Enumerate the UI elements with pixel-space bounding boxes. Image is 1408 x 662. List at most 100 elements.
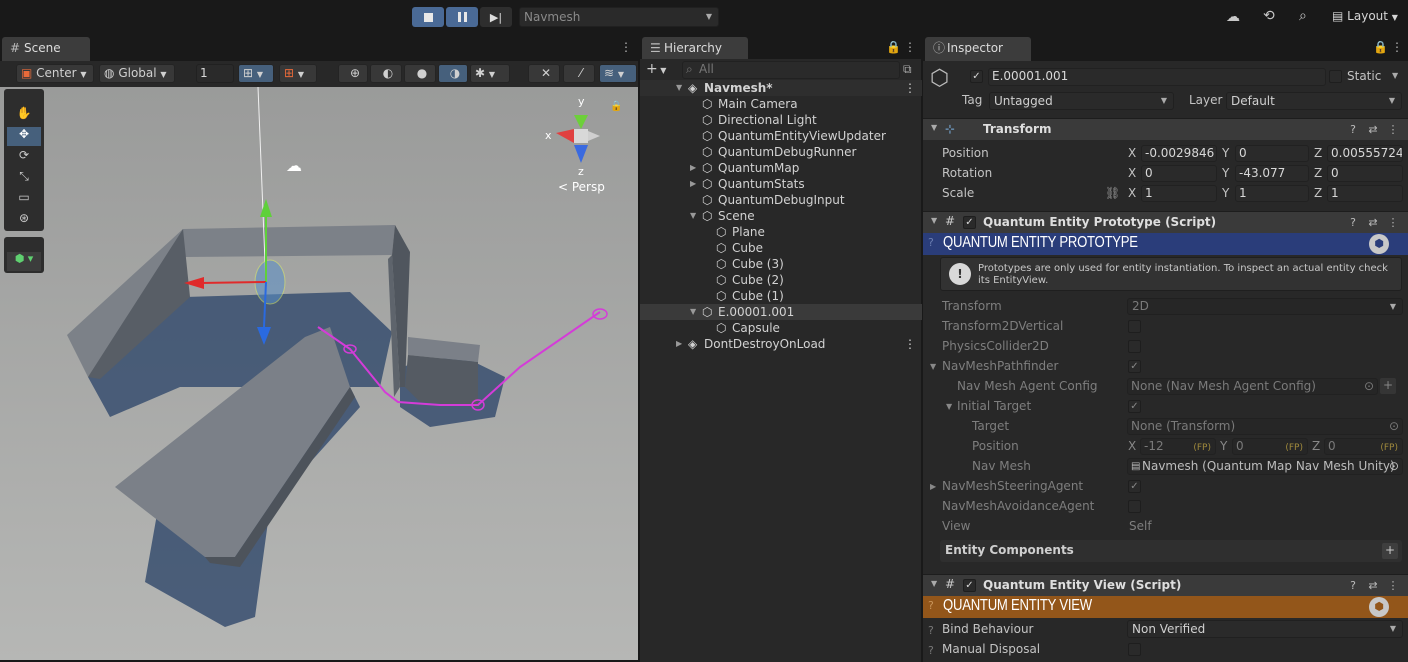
scene-select[interactable]: Navmesh ▼ xyxy=(519,7,719,27)
scale-z-field[interactable]: 1 xyxy=(1327,185,1403,202)
preset-icon[interactable]: ⇄ xyxy=(1366,579,1380,593)
row-menu-icon[interactable]: ⋮ xyxy=(904,336,916,352)
object-picker-icon[interactable]: ⊙ xyxy=(1364,379,1374,394)
inspector-lock-icon[interactable]: 🔒 xyxy=(1373,40,1388,54)
collider-checkbox[interactable]: ✓ xyxy=(1128,340,1141,353)
active-checkbox[interactable]: ✓ xyxy=(970,70,983,83)
hierarchy-search-input[interactable]: ⌕ All xyxy=(682,61,900,79)
rotate-tool-icon[interactable]: ⟳ xyxy=(7,148,41,167)
target-field[interactable]: None (Transform) ⊙ xyxy=(1127,418,1403,435)
transform-header[interactable]: ▼ ⊹ Transform ? ⇄ ⋮ xyxy=(923,118,1408,140)
persp-label[interactable]: < Persp xyxy=(558,180,605,194)
prototype-enabled-checkbox[interactable]: ✓ xyxy=(963,216,976,229)
proto-transform-dropdown[interactable]: 2D ▼ xyxy=(1127,298,1403,315)
object-picker-icon[interactable]: ⊙ xyxy=(1389,459,1399,474)
add-component-button[interactable]: + xyxy=(1382,543,1398,559)
rotation-z-field[interactable]: 0 xyxy=(1327,165,1403,182)
search-icon[interactable]: ⌕ xyxy=(1299,8,1307,24)
position-y-field[interactable]: 0 xyxy=(1235,145,1309,162)
list-item[interactable]: ▶ ⬡ QuantumMap xyxy=(640,160,922,176)
hand-tool-icon[interactable]: ✋ xyxy=(7,106,41,125)
draw-mode-shaded-wire-button[interactable]: ◐ xyxy=(370,64,402,83)
tag-dropdown[interactable]: Untagged ▼ xyxy=(989,92,1174,110)
inspector-menu-icon[interactable]: ⋮ xyxy=(1391,40,1403,54)
space-dropdown[interactable]: ◍ Global ▼ xyxy=(99,64,175,83)
help-icon[interactable]: ? xyxy=(1346,123,1360,137)
grid-snap-button[interactable]: ⊞ ▼ xyxy=(238,64,274,83)
hierarchy-lock-icon[interactable]: 🔒 xyxy=(886,40,901,54)
rect-tool-icon[interactable]: ▭ xyxy=(7,190,41,209)
object-name-field[interactable]: E.00001.001 xyxy=(988,68,1326,86)
scale-y-field[interactable]: 1 xyxy=(1235,185,1309,202)
draw-mode-unlit-button[interactable]: ◑ xyxy=(438,64,468,83)
list-item[interactable]: ⬡ Capsule xyxy=(640,320,922,336)
list-item[interactable]: ⬡ Cube (2) xyxy=(640,272,922,288)
list-item[interactable]: ⬡ Cube xyxy=(640,240,922,256)
list-item[interactable]: ⬡ Cube (3) xyxy=(640,256,922,272)
list-item[interactable]: ▼ ⬡ Scene xyxy=(640,208,922,224)
steering-checkbox[interactable]: ✓ xyxy=(1128,480,1141,493)
pause-button[interactable] xyxy=(446,7,478,27)
list-item[interactable]: ▶ ◈ DontDestroyOnLoad ⋮ xyxy=(640,336,922,352)
help-icon[interactable]: ? xyxy=(1346,579,1360,593)
object-picker-icon[interactable]: ⊙ xyxy=(1389,419,1399,434)
prototype-header[interactable]: ▼ # ✓ Quantum Entity Prototype (Script) … xyxy=(923,211,1408,233)
pathfinder-checkbox[interactable]: ✓ xyxy=(1128,360,1141,373)
position-x-field[interactable]: -0.0029846 xyxy=(1141,145,1217,162)
cloud-icon[interactable]: ☁ xyxy=(1226,9,1240,25)
audio-toggle[interactable]: ⁄ xyxy=(563,64,595,83)
banner-help-icon[interactable]: ? xyxy=(928,236,934,249)
constrain-proportions-icon[interactable]: ⛓ xyxy=(1105,186,1120,200)
quantum-tool-icon[interactable]: ⬢ ▾ xyxy=(7,252,41,271)
debug-dropdown[interactable]: ✱ ▼ xyxy=(470,64,510,83)
layers-dropdown[interactable]: ≋ ▼ xyxy=(599,64,637,83)
row-menu-icon[interactable]: ⋮ xyxy=(904,80,916,96)
add-button[interactable]: + ▼ xyxy=(646,61,666,77)
scene-viewport[interactable]: ☁ y x z < Persp 🔒 ✋ ✥ ⟳ ⤡ ▭ ⊛ ⬢ ▾ xyxy=(0,87,638,660)
target-pos-y-field[interactable]: 0 (FP) xyxy=(1232,438,1308,455)
rotation-y-field[interactable]: -43.077 xyxy=(1235,165,1309,182)
list-item[interactable]: ⬡ QuantumDebugRunner xyxy=(640,144,922,160)
lighting-toggle[interactable]: ✕ xyxy=(528,64,560,83)
list-item[interactable]: ⬡ QuantumDebugInput xyxy=(640,192,922,208)
entity-view-header[interactable]: ▼ # ✓ Quantum Entity View (Script) ? ⇄ ⋮ xyxy=(923,574,1408,596)
banner-help-icon[interactable]: ? xyxy=(928,599,934,612)
list-item[interactable]: ⬡ Directional Light xyxy=(640,112,922,128)
initial-target-checkbox[interactable]: ✓ xyxy=(1128,400,1141,413)
list-item[interactable]: ⬡ QuantumEntityViewUpdater xyxy=(640,128,922,144)
t2dv-checkbox[interactable]: ✓ xyxy=(1128,320,1141,333)
list-item-selected[interactable]: ▼ ⬡ E.00001.001 xyxy=(640,304,922,320)
history-icon[interactable]: ⟲ xyxy=(1263,8,1275,24)
layer-dropdown[interactable]: Default ▼ xyxy=(1226,92,1402,110)
pivot-dropdown[interactable]: ▣ Center ▼ xyxy=(16,64,94,83)
tab-hierarchy[interactable]: ☰ Hierarchy xyxy=(642,37,748,61)
scale-x-field[interactable]: 1 xyxy=(1141,185,1217,202)
transform-tool-icon[interactable]: ⊛ xyxy=(7,211,41,230)
field-help-icon[interactable]: ? xyxy=(928,644,934,657)
navmesh-field[interactable]: ▤ Navmesh (Quantum Map Nav Mesh Unity) ⊙ xyxy=(1127,458,1403,475)
scene-menu-icon[interactable]: ⋮ xyxy=(620,40,632,54)
entity-components-header[interactable]: Entity Components + xyxy=(940,540,1402,562)
entity-view-enabled-checkbox[interactable]: ✓ xyxy=(963,579,976,592)
list-item[interactable]: ▶ ⬡ QuantumStats xyxy=(640,176,922,192)
component-menu-icon[interactable]: ⋮ xyxy=(1386,216,1400,230)
draw-mode-wire-button[interactable]: ⊕ xyxy=(338,64,368,83)
draw-mode-shaded-button[interactable]: ● xyxy=(404,64,436,83)
field-help-icon[interactable]: ? xyxy=(928,624,934,637)
add-config-button[interactable]: + xyxy=(1380,378,1396,394)
move-tool-icon[interactable]: ✥ xyxy=(7,127,41,146)
tab-scene[interactable]: # Scene xyxy=(2,37,90,61)
tab-inspector[interactable]: ⓘ Inspector xyxy=(925,37,1031,61)
static-dropdown-icon[interactable]: ▼ xyxy=(1392,71,1398,80)
static-checkbox[interactable]: ✓ xyxy=(1329,70,1342,83)
rotation-x-field[interactable]: 0 xyxy=(1141,165,1217,182)
list-item[interactable]: ▼ ◈ Navmesh* ⋮ xyxy=(640,80,922,96)
scale-tool-icon[interactable]: ⤡ xyxy=(7,169,41,188)
list-item[interactable]: ⬡ Main Camera xyxy=(640,96,922,112)
component-menu-icon[interactable]: ⋮ xyxy=(1386,579,1400,593)
list-item[interactable]: ⬡ Cube (1) xyxy=(640,288,922,304)
play-button[interactable] xyxy=(412,7,444,27)
target-pos-x-field[interactable]: -12 (FP) xyxy=(1140,438,1216,455)
help-icon[interactable]: ? xyxy=(1346,216,1360,230)
hierarchy-menu-icon[interactable]: ⋮ xyxy=(904,40,916,54)
